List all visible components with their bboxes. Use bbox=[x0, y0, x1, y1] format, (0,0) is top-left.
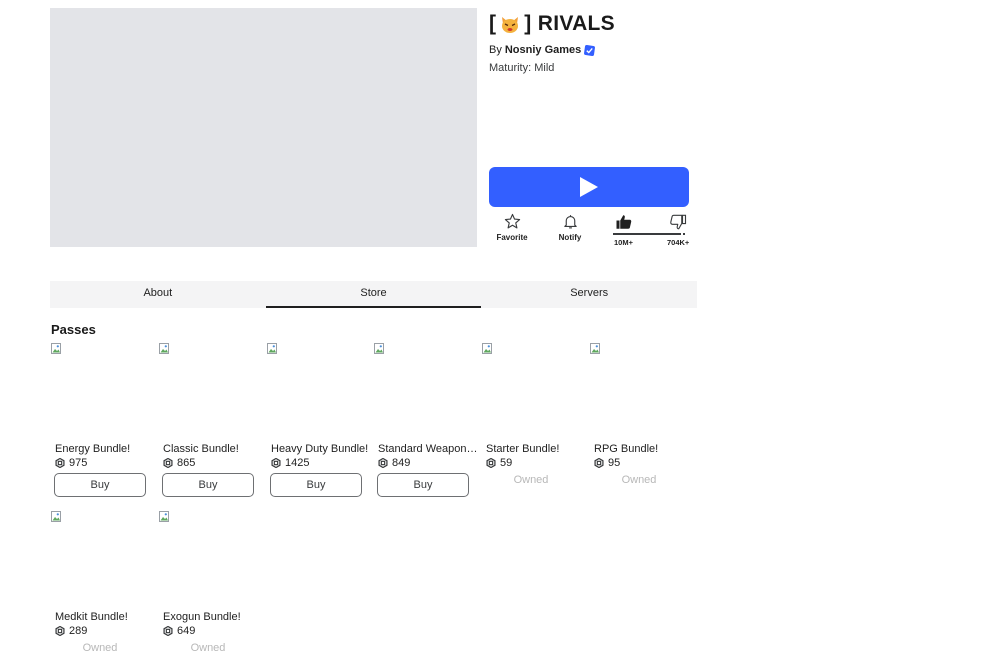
favorite-label: Favorite bbox=[496, 233, 528, 242]
pass-price-value: 95 bbox=[608, 457, 621, 469]
broken-image-icon[interactable] bbox=[51, 511, 63, 523]
robux-icon bbox=[271, 458, 281, 468]
robux-icon bbox=[163, 626, 173, 636]
pass-card: Exogun Bundle! 649 Owned bbox=[159, 511, 259, 671]
maturity-label: Maturity: Mild bbox=[489, 62, 555, 74]
pass-name[interactable]: RPG Bundle! bbox=[594, 443, 694, 455]
pass-name[interactable]: Energy Bundle! bbox=[55, 443, 155, 455]
tab-store[interactable]: Store bbox=[265, 281, 482, 308]
creator-byline: By Nosniy Games bbox=[489, 44, 596, 56]
robux-icon bbox=[594, 458, 604, 468]
pass-price-value: 59 bbox=[500, 457, 513, 469]
pass-price: 649 bbox=[163, 625, 195, 637]
broken-image-icon[interactable] bbox=[374, 343, 386, 355]
robux-icon bbox=[55, 458, 65, 468]
upvote-count: 10M+ bbox=[614, 238, 633, 247]
robux-icon bbox=[55, 626, 65, 636]
tab-about[interactable]: About bbox=[50, 281, 266, 308]
buy-button[interactable]: Buy bbox=[54, 473, 146, 497]
notify-button[interactable]: Notify bbox=[545, 213, 595, 242]
broken-image-icon[interactable] bbox=[267, 343, 279, 355]
pass-name[interactable]: Exogun Bundle! bbox=[163, 611, 263, 623]
favorite-button[interactable]: Favorite bbox=[487, 213, 537, 242]
pass-price: 95 bbox=[594, 457, 620, 469]
pass-card: Classic Bundle! 865 Buy bbox=[159, 343, 259, 503]
pass-price-value: 289 bbox=[69, 625, 88, 637]
pass-card: Heavy Duty Bundle! 1425 Buy bbox=[267, 343, 368, 503]
pass-price: 975 bbox=[55, 457, 87, 469]
title-text: ] RIVALS bbox=[524, 12, 615, 35]
cat-face-icon bbox=[502, 17, 519, 33]
game-thumbnail[interactable] bbox=[50, 8, 477, 247]
owned-label: Owned bbox=[190, 642, 226, 654]
downvote-count: 704K+ bbox=[667, 238, 690, 247]
title-bracket-open: [ bbox=[489, 12, 497, 35]
star-icon bbox=[504, 213, 520, 229]
pass-price: 289 bbox=[55, 625, 87, 637]
thumbs-up-icon bbox=[616, 215, 632, 229]
buy-button[interactable]: Buy bbox=[162, 473, 254, 497]
pass-name[interactable]: Classic Bundle! bbox=[163, 443, 263, 455]
owned-label: Owned bbox=[621, 474, 657, 486]
broken-image-icon[interactable] bbox=[590, 343, 602, 355]
broken-image-icon[interactable] bbox=[51, 343, 63, 355]
game-title: [ ] RIVALS bbox=[489, 12, 615, 36]
game-actions: Favorite Notify 10M+ 704K+ bbox=[489, 213, 689, 251]
pass-price-value: 649 bbox=[177, 625, 196, 637]
buy-button[interactable]: Buy bbox=[377, 473, 469, 497]
robux-icon bbox=[378, 458, 388, 468]
robux-icon bbox=[486, 458, 496, 468]
pass-price: 865 bbox=[163, 457, 195, 469]
pass-card: Standard Weapons Bundle! 849 Buy bbox=[374, 343, 478, 503]
robux-icon bbox=[163, 458, 173, 468]
game-tabs: About Store Servers bbox=[50, 281, 697, 308]
pass-card: Medkit Bundle! 289 Owned bbox=[51, 511, 151, 671]
thumbs-down-icon bbox=[670, 214, 687, 230]
tab-servers[interactable]: Servers bbox=[481, 281, 697, 308]
pass-price: 1425 bbox=[271, 457, 309, 469]
broken-image-icon[interactable] bbox=[159, 343, 171, 355]
pass-price-value: 975 bbox=[69, 457, 88, 469]
pass-name[interactable]: Starter Bundle! bbox=[486, 443, 586, 455]
passes-section-title: Passes bbox=[51, 322, 96, 337]
play-button[interactable] bbox=[489, 167, 689, 207]
pass-card: Starter Bundle! 59 Owned bbox=[482, 343, 582, 503]
pass-name[interactable]: Heavy Duty Bundle! bbox=[271, 443, 371, 455]
pass-price-value: 1425 bbox=[285, 457, 310, 469]
pass-price-value: 849 bbox=[392, 457, 411, 469]
pass-card: Energy Bundle! 975 Buy bbox=[51, 343, 151, 503]
downvote-button[interactable] bbox=[653, 213, 703, 234]
notify-label: Notify bbox=[558, 233, 582, 242]
creator-link[interactable]: Nosniy Games bbox=[505, 44, 581, 56]
buy-button[interactable]: Buy bbox=[270, 473, 362, 497]
pass-price: 59 bbox=[486, 457, 512, 469]
bell-icon bbox=[563, 215, 577, 229]
broken-image-icon[interactable] bbox=[159, 511, 171, 523]
broken-image-icon[interactable] bbox=[482, 343, 494, 355]
owned-label: Owned bbox=[82, 642, 118, 654]
pass-price: 849 bbox=[378, 457, 410, 469]
by-label: By bbox=[489, 44, 502, 56]
verified-badge-icon bbox=[584, 44, 596, 56]
pass-price-value: 865 bbox=[177, 457, 196, 469]
play-icon bbox=[580, 177, 598, 197]
pass-name[interactable]: Medkit Bundle! bbox=[55, 611, 155, 623]
pass-name[interactable]: Standard Weapons Bundle! bbox=[378, 443, 478, 455]
upvote-button[interactable] bbox=[599, 213, 649, 234]
pass-card: RPG Bundle! 95 Owned bbox=[590, 343, 690, 503]
vote-ratio-bar bbox=[613, 233, 685, 235]
owned-label: Owned bbox=[513, 474, 549, 486]
vote-ratio-fill bbox=[613, 233, 680, 235]
